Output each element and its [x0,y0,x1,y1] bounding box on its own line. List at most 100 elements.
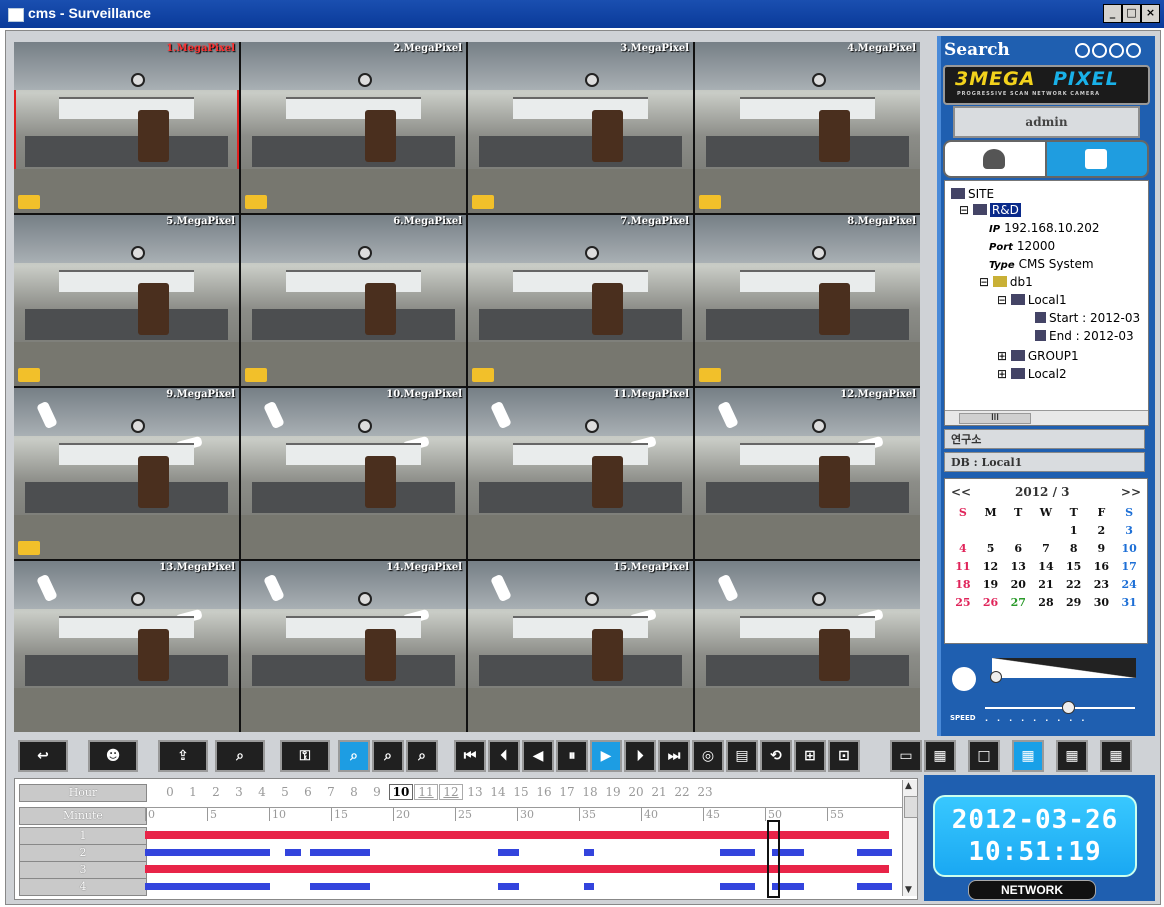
hour-cell[interactable]: 11 [414,784,438,800]
calendar-day[interactable]: 14 [1032,557,1060,575]
speed-slider[interactable] [985,707,1135,709]
calendar-day[interactable]: 13 [1004,557,1032,575]
hour-cell[interactable]: 16 [533,785,555,799]
tree-scrollbar[interactable]: III [945,410,1148,425]
calendar-day[interactable]: 25 [949,593,977,611]
camera-tile[interactable]: 3.MegaPixel [468,42,693,213]
volume-knob[interactable] [990,671,1002,683]
volume-slider[interactable] [992,658,1136,678]
channel-row-label[interactable]: 2 [19,844,147,862]
calendar-prev-button[interactable]: << [951,485,971,499]
hour-cell[interactable]: 14 [487,785,509,799]
calendar-day[interactable]: 5 [977,539,1005,557]
timeline-scrollbar[interactable]: ▲ ▼ [902,780,918,896]
calendar-day[interactable]: 9 [1088,539,1116,557]
hour-cell[interactable]: 6 [297,785,319,799]
motion-search-button[interactable]: ⌕ [372,740,404,772]
calendar-day[interactable]: 22 [1060,575,1088,593]
play-reverse-button[interactable]: ◀ [522,740,554,772]
scroll-thumb[interactable] [904,796,918,818]
layout-4-button[interactable]: ⊞ [794,740,826,772]
hour-cell[interactable]: 12 [439,784,463,800]
calendar-day[interactable]: 29 [1060,593,1088,611]
hour-cell[interactable]: 5 [274,785,296,799]
volume-icon[interactable] [952,667,976,691]
layout-16-button[interactable]: ▦ [1012,740,1044,772]
calendar-day[interactable]: 7 [1032,539,1060,557]
calendar-day[interactable]: 23 [1088,575,1116,593]
tab-device[interactable] [1045,140,1149,178]
calendar-day[interactable]: 12 [977,557,1005,575]
calendar-day[interactable]: 31 [1115,593,1143,611]
camera-tile[interactable] [695,561,920,732]
camera-tile[interactable]: 13.MegaPixel [14,561,239,732]
channel-row-label[interactable]: 4 [19,878,147,896]
camera-tile[interactable]: 8.MegaPixel [695,215,920,386]
hour-cell[interactable]: 3 [228,785,250,799]
calendar-day[interactable]: 24 [1115,575,1143,593]
camera-tile[interactable]: 6.MegaPixel [241,215,466,386]
calendar-day[interactable]: 21 [1032,575,1060,593]
layout-1-button[interactable]: ▭ [890,740,922,772]
tree-local2[interactable]: ⊞ Local2 [997,367,1067,381]
hour-cell[interactable]: 7 [320,785,342,799]
collapse-icon[interactable] [1126,43,1141,58]
hour-cell[interactable]: 0 [159,785,181,799]
camera-tile[interactable]: 4.MegaPixel [695,42,920,213]
tree-local1[interactable]: ⊟ Local1 [997,293,1067,307]
speed-knob[interactable] [1062,701,1075,714]
calendar-day[interactable]: 19 [977,575,1005,593]
scroll-down-icon[interactable]: ▼ [905,885,912,895]
camera-tile[interactable]: 12.MegaPixel [695,388,920,559]
hour-cell[interactable]: 18 [579,785,601,799]
hour-cell[interactable]: 8 [343,785,365,799]
play-button[interactable]: ▶ [590,740,622,772]
timeline-cursor[interactable] [767,820,780,898]
hour-cell[interactable]: 13 [464,785,486,799]
skip-start-button[interactable]: ⏮ [454,740,486,772]
tab-search[interactable] [943,140,1047,178]
hour-cell[interactable]: 10 [389,784,413,800]
hour-cell[interactable]: 15 [510,785,532,799]
skip-end-button[interactable]: ⏭ [658,740,690,772]
search-video-button[interactable]: ⌕ [215,740,265,772]
camera-tile[interactable]: 2.MegaPixel [241,42,466,213]
layout-9-button[interactable]: ▦ [924,740,956,772]
tree-site[interactable]: SITE [951,187,994,201]
calendar-day[interactable]: 26 [977,593,1005,611]
calendar-day[interactable]: 1 [1060,521,1088,539]
hour-cell[interactable]: 4 [251,785,273,799]
tree-group1[interactable]: ⊞ GROUP1 [997,349,1079,363]
area-search-button[interactable]: ⌕ [406,740,438,772]
step-forward-button[interactable]: ⏵ [624,740,656,772]
scroll-up-icon[interactable]: ▲ [905,781,912,791]
layout-single-button[interactable]: □ [968,740,1000,772]
minimize-button[interactable]: _ [1103,4,1122,23]
calendar-day[interactable]: 27 [1004,593,1032,611]
calendar-day[interactable]: 30 [1088,593,1116,611]
step-back-button[interactable]: ⏴ [488,740,520,772]
pause-button[interactable]: ⏸ [556,740,588,772]
hour-cell[interactable]: 21 [648,785,670,799]
layout-full-button[interactable]: ▦ [1100,740,1132,772]
layout-25-button[interactable]: ▦ [1056,740,1088,772]
calendar-next-button[interactable]: >> [1121,485,1141,499]
calendar-day[interactable]: 2 [1088,521,1116,539]
channel-row-label[interactable]: 3 [19,861,147,879]
back-button[interactable]: ↩ [18,740,68,772]
tree-db[interactable]: ⊟ db1 [979,275,1033,289]
camera-tile[interactable]: 10.MegaPixel [241,388,466,559]
layout-icon[interactable] [1092,43,1107,58]
camera-tile[interactable]: 15.MegaPixel [468,561,693,732]
calendar-day[interactable]: 15 [1060,557,1088,575]
close-button[interactable]: × [1141,4,1160,23]
export-button[interactable]: ⇪ [158,740,208,772]
hour-cell[interactable]: 23 [694,785,716,799]
layout-custom-button[interactable]: ⊡ [828,740,860,772]
refresh-button[interactable]: ⟲ [760,740,792,772]
snapshot-button[interactable]: ◎ [692,740,724,772]
calendar-day[interactable]: 28 [1032,593,1060,611]
zoom-search-button[interactable]: ⌕ [338,740,370,772]
calendar-day[interactable]: 8 [1060,539,1088,557]
hour-cell[interactable]: 19 [602,785,624,799]
